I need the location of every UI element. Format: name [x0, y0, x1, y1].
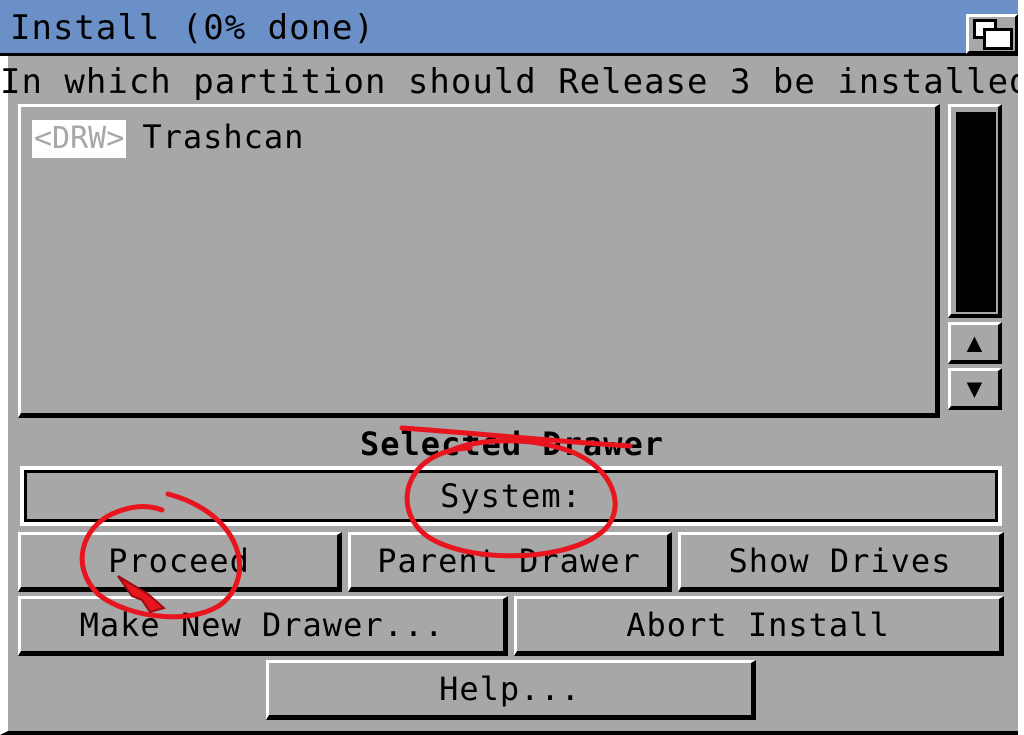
- help-button[interactable]: Help...: [266, 660, 756, 720]
- desktop-background: [1018, 0, 1024, 735]
- show-drives-button[interactable]: Show Drives: [678, 532, 1004, 592]
- proceed-label: Proceed: [108, 542, 250, 580]
- window-title: Install (0% done): [10, 8, 375, 48]
- window-titlebar[interactable]: Install (0% done): [0, 0, 1024, 56]
- parent-drawer-button[interactable]: Parent Drawer: [348, 532, 672, 592]
- abort-install-button[interactable]: Abort Install: [514, 596, 1004, 656]
- help-label: Help...: [439, 670, 581, 708]
- selected-drawer-value: System:: [440, 477, 582, 515]
- drawer-tag: <DRW>: [32, 120, 127, 158]
- abort-install-label: Abort Install: [626, 606, 890, 644]
- depth-gadget-icon[interactable]: [966, 14, 1018, 54]
- selected-drawer-label: Selected Drawer: [360, 425, 664, 463]
- list-item[interactable]: <DRW> Trashcan: [32, 118, 304, 158]
- make-new-drawer-button[interactable]: Make New Drawer...: [18, 596, 508, 656]
- parent-drawer-label: Parent Drawer: [377, 542, 641, 580]
- arrow-up-icon: ▲: [966, 327, 983, 358]
- selected-drawer-field[interactable]: System:: [20, 466, 1002, 526]
- scrollbar-knob[interactable]: [956, 112, 996, 312]
- scroll-up-button[interactable]: ▲: [948, 322, 1002, 364]
- question-prompt: In which partition should Release 3 be i…: [0, 62, 1024, 102]
- list-item-name: Trashcan: [142, 118, 305, 156]
- scroll-down-button[interactable]: ▼: [948, 368, 1002, 410]
- arrow-down-icon: ▼: [966, 373, 983, 404]
- proceed-button[interactable]: Proceed: [18, 532, 342, 592]
- show-drives-label: Show Drives: [728, 542, 952, 580]
- make-new-drawer-label: Make New Drawer...: [79, 606, 445, 644]
